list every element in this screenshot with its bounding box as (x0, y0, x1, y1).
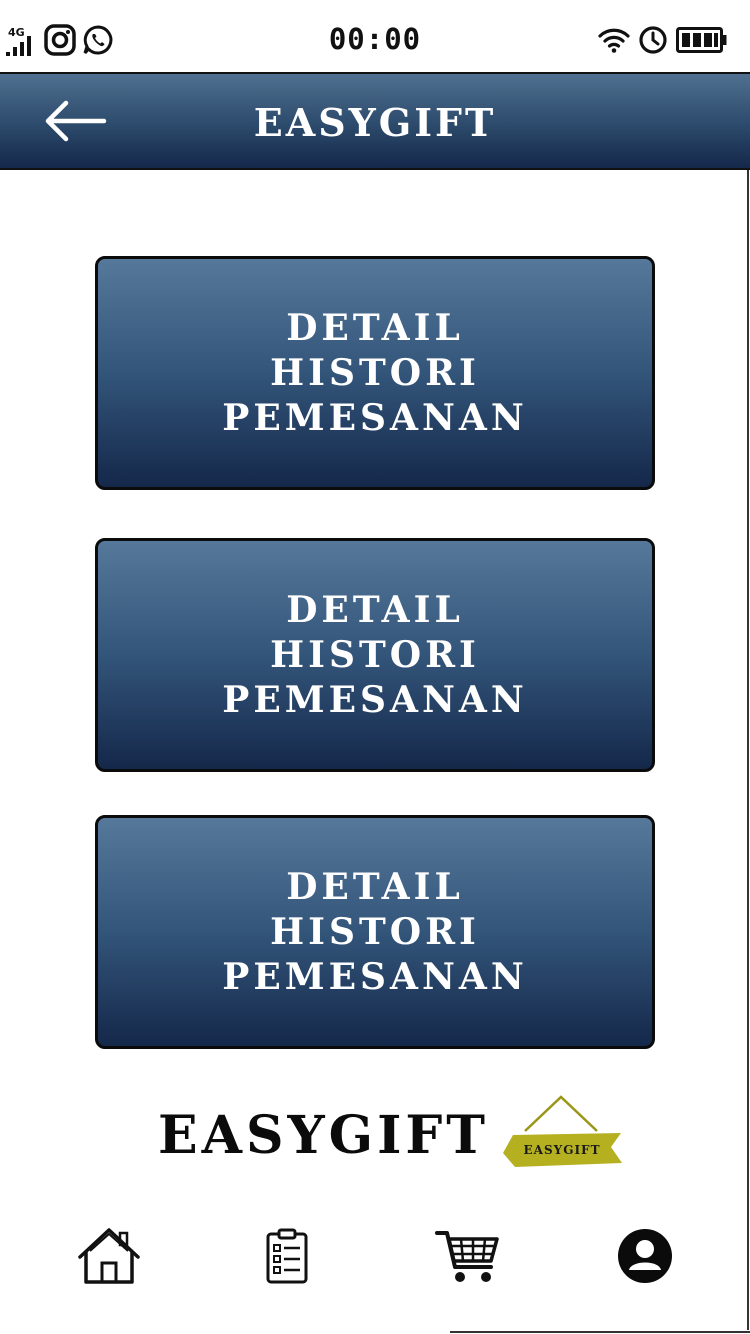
battery-icon (676, 27, 728, 57)
nav-home-button[interactable] (69, 1216, 149, 1296)
nav-orders-button[interactable] (247, 1216, 327, 1296)
nav-profile-button[interactable] (605, 1216, 685, 1296)
order-history-detail-label: DETAIL HISTORI PEMESANAN (222, 588, 528, 721)
alarm-clock-icon (638, 25, 668, 59)
order-history-detail-label: DETAIL HISTORI PEMESANAN (222, 865, 528, 998)
user-profile-icon (618, 1229, 672, 1283)
brand-footer: EASYGIFT EASYGIFT (158, 1095, 627, 1170)
status-right-icons (598, 25, 728, 59)
wifi-icon (598, 27, 630, 57)
nav-cart-button[interactable] (428, 1216, 508, 1296)
bottom-navigation (0, 1216, 750, 1296)
home-icon (78, 1228, 140, 1284)
app-header: EASYGIFT (0, 72, 750, 170)
brand-logo-text: EASYGIFT (523, 1143, 601, 1157)
brand-logo: EASYGIFT (495, 1095, 627, 1175)
brand-name: EASYGIFT (158, 1104, 489, 1166)
order-history-detail-button[interactable]: DETAIL HISTORI PEMESANAN (95, 815, 655, 1049)
status-bar: 4G 00:00 (0, 0, 750, 72)
frame-edge (747, 170, 749, 1330)
hanging-sign-icon (503, 1095, 622, 1167)
frame-edge (450, 1331, 750, 1333)
app-frame: 4G 00:00 EASYGIFT DETAIL HISTORI PEMESAN… (0, 0, 750, 1334)
clipboard-list-icon (266, 1228, 308, 1284)
order-history-detail-button[interactable]: DETAIL HISTORI PEMESANAN (95, 538, 655, 772)
order-history-detail-button[interactable]: DETAIL HISTORI PEMESANAN (95, 256, 655, 490)
shopping-cart-icon (435, 1231, 499, 1282)
order-history-detail-label: DETAIL HISTORI PEMESANAN (222, 306, 528, 439)
page-title: EASYGIFT (253, 100, 497, 145)
